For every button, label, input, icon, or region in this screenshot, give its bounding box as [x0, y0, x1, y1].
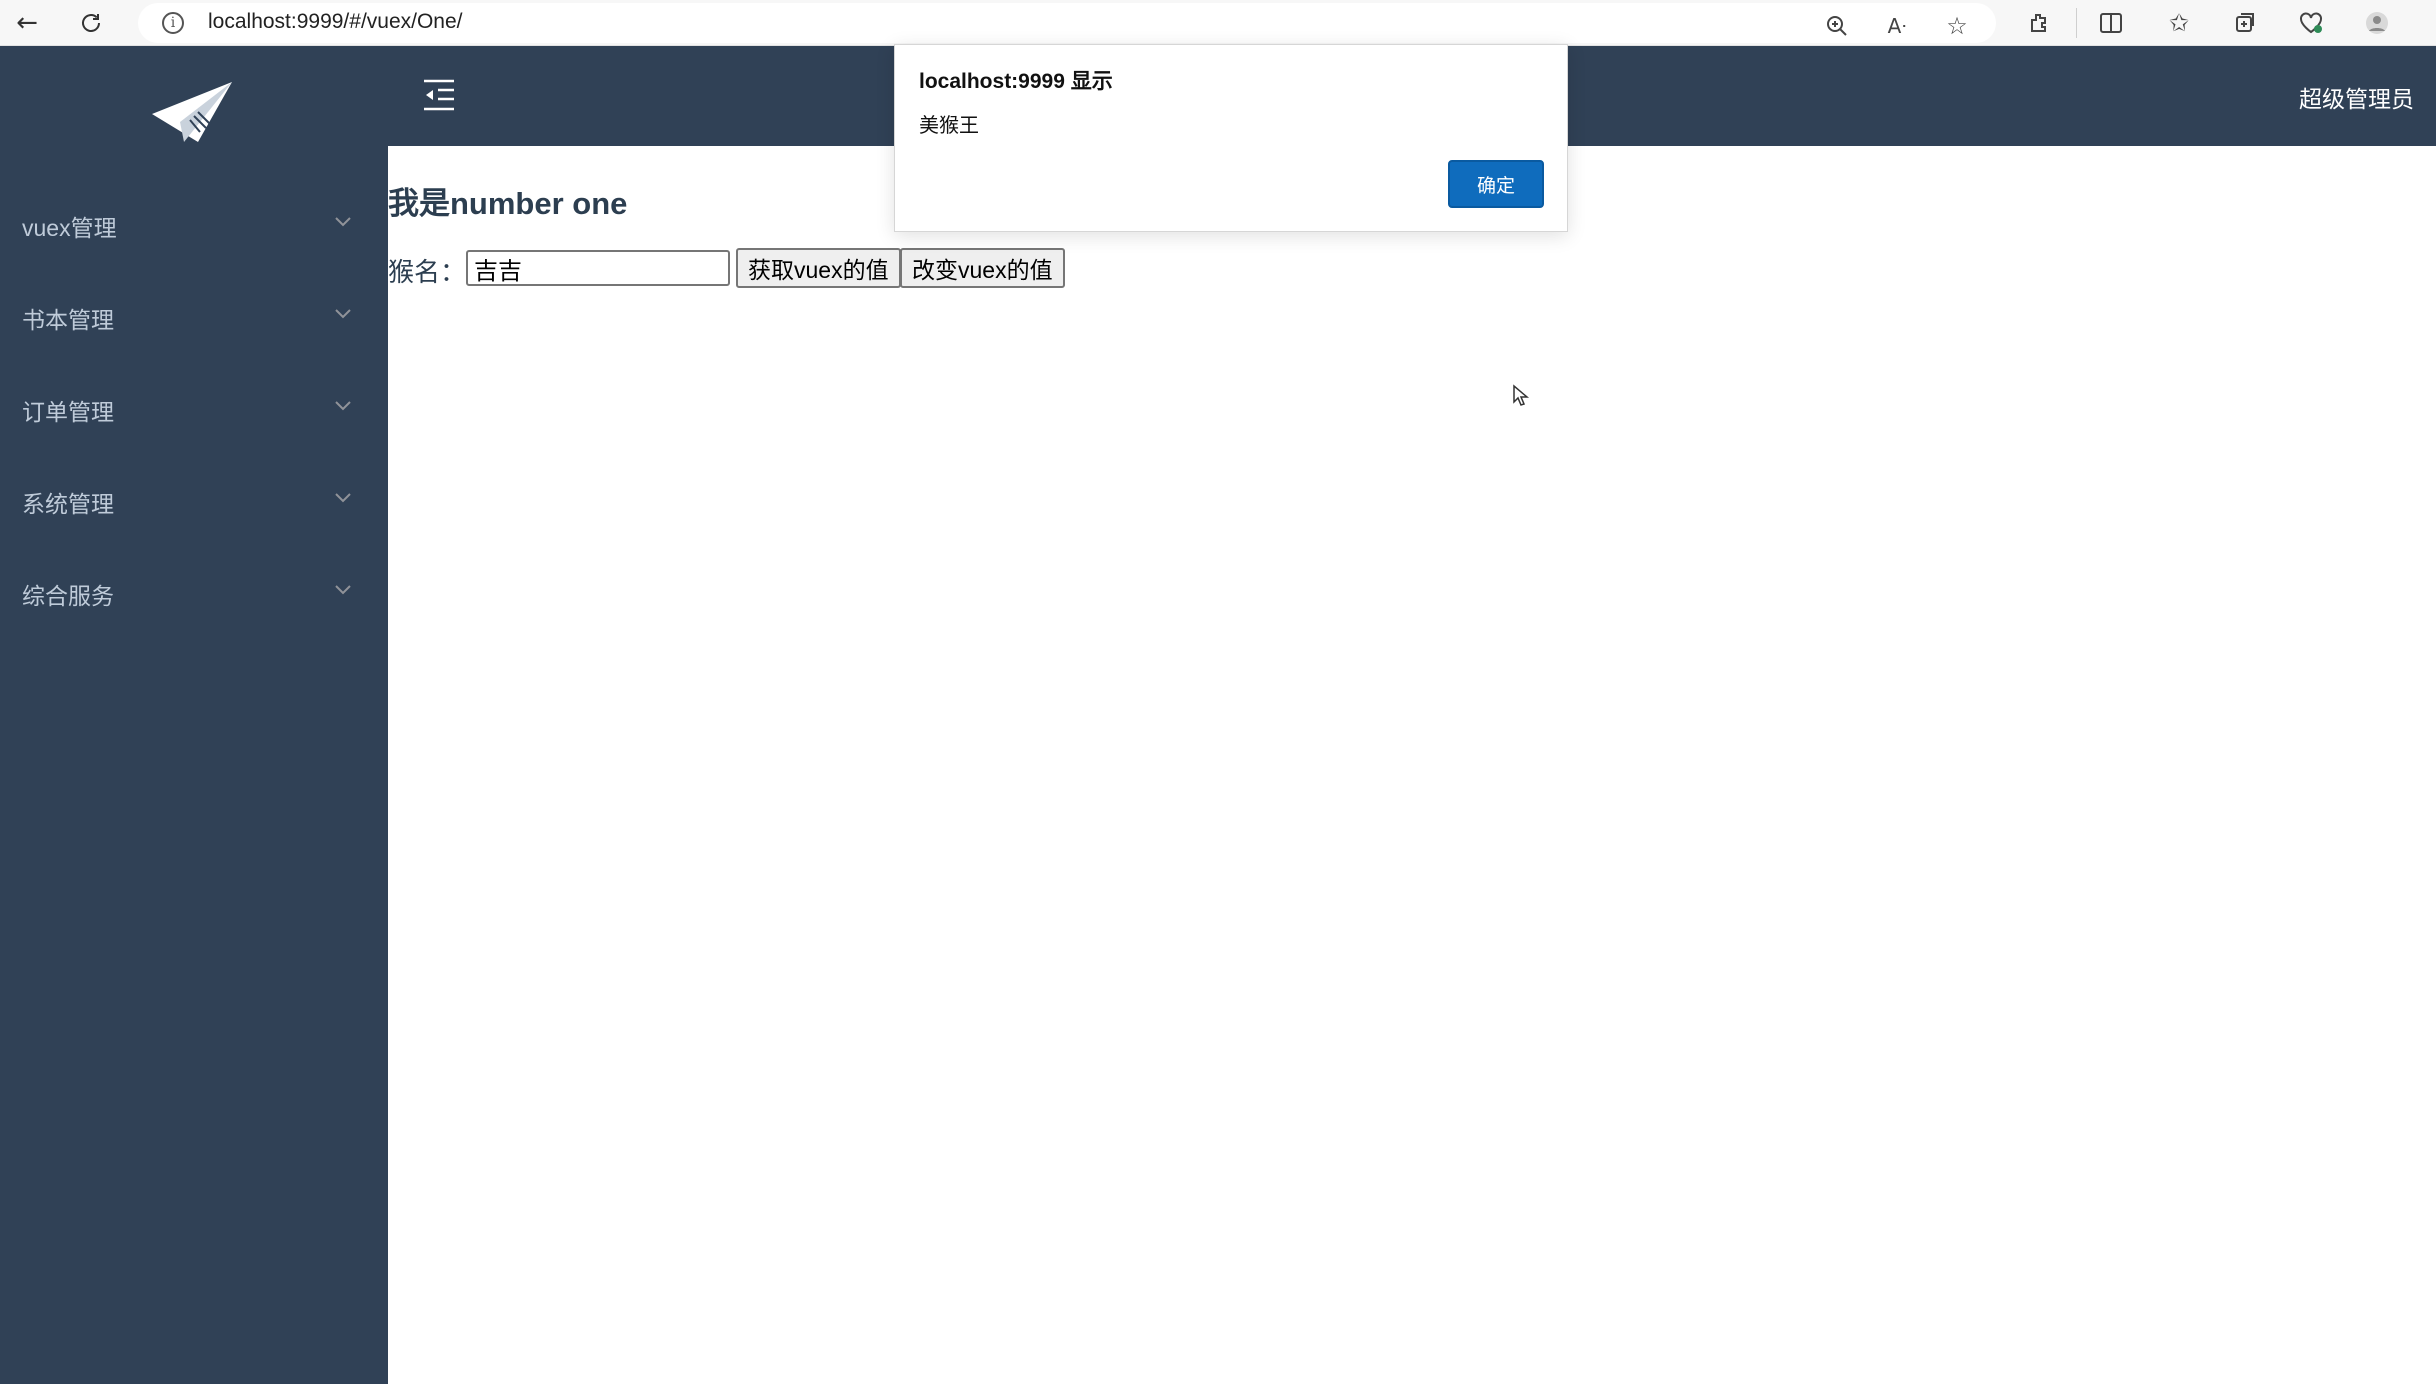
browser-essentials-icon[interactable] — [2292, 4, 2330, 42]
user-menu[interactable]: 超级管理员 — [2299, 80, 2414, 114]
sidebar-item-label: 书本管理 — [22, 307, 114, 333]
favorite-icon[interactable]: ☆ — [1938, 7, 1976, 45]
sidebar-item-orders[interactable]: 订单管理 — [0, 364, 388, 456]
chevron-down-icon — [335, 401, 351, 411]
get-vuex-value-button[interactable]: 获取vuex的值 — [736, 248, 901, 288]
sidebar-item-label: 系统管理 — [22, 491, 114, 517]
dialog-title: localhost:9999 显示 — [919, 70, 1113, 93]
monkey-name-label: 猴名： — [388, 257, 467, 287]
back-icon[interactable]: ← — [8, 4, 46, 42]
sidebar-item-label: 订单管理 — [22, 399, 114, 425]
collections-icon[interactable] — [2226, 4, 2264, 42]
change-vuex-value-button[interactable]: 改变vuex的值 — [900, 248, 1065, 288]
address-bar[interactable]: i localhost:9999/#/vuex/One/ ☆ Aᐧ — [138, 3, 1996, 43]
reload-icon[interactable] — [72, 4, 110, 42]
zoom-icon[interactable] — [1818, 7, 1856, 45]
sidebar-item-vuex[interactable]: vuex管理 — [0, 180, 388, 272]
chevron-down-icon — [335, 585, 351, 595]
site-info-icon[interactable]: i — [162, 12, 184, 34]
toolbar-divider — [2076, 8, 2077, 38]
page-title: 我是number one — [388, 186, 628, 221]
alert-dialog: localhost:9999 显示 美猴王 确定 — [894, 44, 1568, 232]
url-text[interactable]: localhost:9999/#/vuex/One/ — [208, 10, 463, 34]
dialog-message: 美猴王 — [919, 115, 979, 137]
favorites-icon[interactable]: ✩ — [2160, 4, 2198, 42]
read-aloud-icon[interactable]: Aᐧ — [1878, 7, 1916, 45]
chevron-down-icon — [335, 217, 351, 227]
sidebar: vuex管理 书本管理 订单管理 系统管理 综合服务 — [0, 46, 388, 1384]
sidebar-item-label: vuex管理 — [22, 215, 117, 241]
split-screen-icon[interactable] — [2092, 4, 2130, 42]
chevron-down-icon — [335, 309, 351, 319]
profile-icon[interactable] — [2358, 4, 2396, 42]
mouse-cursor-icon — [1513, 384, 1530, 406]
sidebar-item-books[interactable]: 书本管理 — [0, 272, 388, 364]
monkey-name-input[interactable] — [466, 250, 730, 286]
sidebar-item-services[interactable]: 综合服务 — [0, 548, 388, 640]
sidebar-item-label: 综合服务 — [22, 583, 114, 609]
paper-plane-logo-icon — [152, 82, 232, 142]
sidebar-item-system[interactable]: 系统管理 — [0, 456, 388, 548]
dialog-ok-button[interactable]: 确定 — [1448, 160, 1544, 208]
browser-toolbar: ← i localhost:9999/#/vuex/One/ ☆ Aᐧ ✩ — [0, 0, 2436, 46]
chevron-down-icon — [335, 493, 351, 503]
extensions-icon[interactable] — [2020, 4, 2058, 42]
collapse-menu-icon[interactable] — [422, 78, 456, 112]
